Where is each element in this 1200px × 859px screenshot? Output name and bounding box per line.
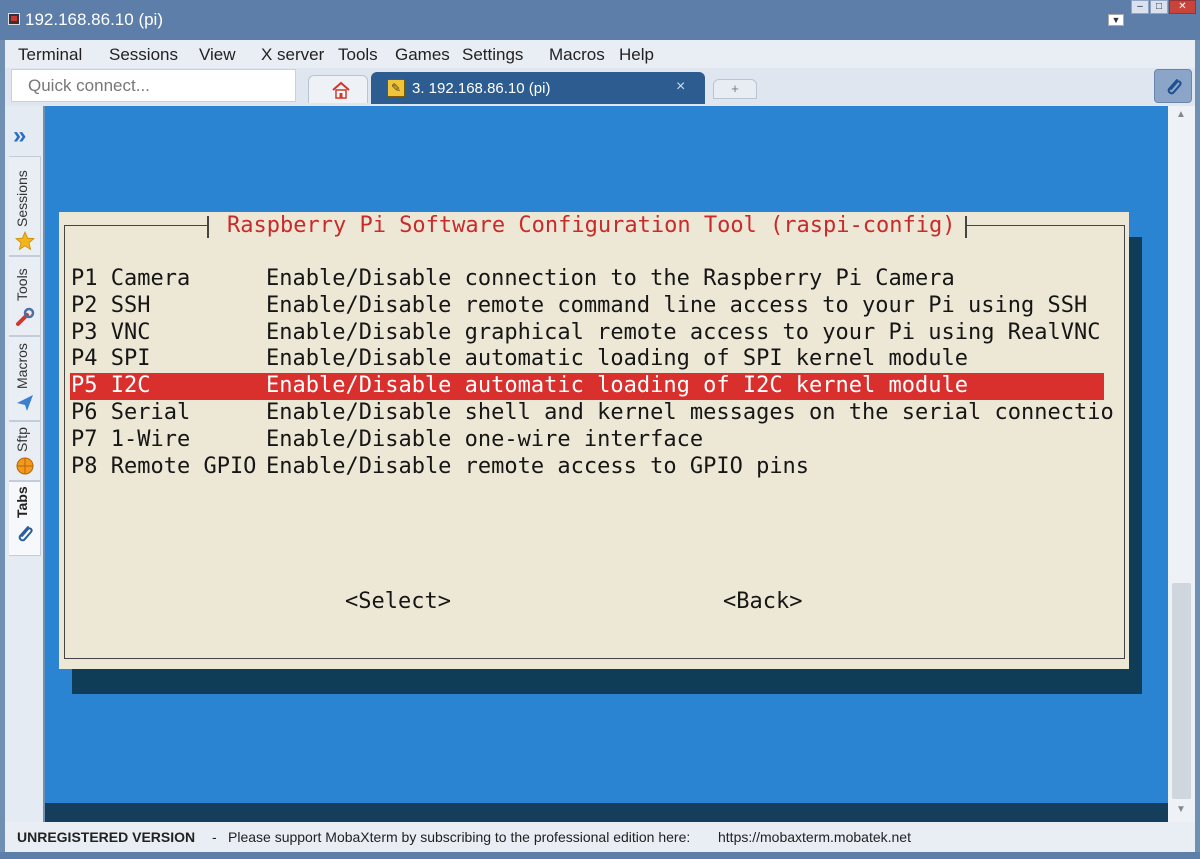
menu-macros[interactable]: Macros xyxy=(549,45,605,65)
option-row[interactable]: P3 VNC Enable/Disable graphical remote a… xyxy=(70,320,1104,347)
sidebar-tab-label: Macros xyxy=(14,343,30,389)
menu-view[interactable]: View xyxy=(199,45,236,65)
tab-session-active[interactable]: ✎ 3. 192.168.86.10 (pi) × xyxy=(371,72,705,104)
menu-tools[interactable]: Tools xyxy=(338,45,378,65)
terminal-shadow-strip xyxy=(45,803,1168,822)
paperclip-icon xyxy=(18,526,33,542)
close-window-button[interactable]: ✕ xyxy=(1169,0,1196,14)
menu-x-server[interactable]: X server xyxy=(261,45,324,65)
sidebar-tab-label: Tabs xyxy=(14,486,30,518)
version-label: UNREGISTERED VERSION xyxy=(17,829,196,845)
option-code: P7 1-Wire xyxy=(71,426,191,452)
mobatek-link[interactable]: https://mobaxterm.mobatek.net xyxy=(718,829,911,845)
sidebar-tab-sftp[interactable]: Sftp xyxy=(9,421,41,481)
option-description: Enable/Disable shell and kernel messages… xyxy=(266,399,1114,425)
option-description: Enable/Disable connection to the Raspber… xyxy=(266,266,955,291)
sftp-globe-icon xyxy=(16,457,34,475)
option-code: P6 Serial xyxy=(71,399,191,425)
select-button[interactable]: <Select> xyxy=(345,589,451,614)
home-icon xyxy=(332,81,350,99)
expand-sidebar-icon[interactable]: » xyxy=(13,122,26,150)
sidebar-tab-sessions[interactable]: Sessions xyxy=(9,156,41,256)
window-title: 192.168.86.10 (pi) xyxy=(25,10,163,29)
option-description: Enable/Disable remote command line acces… xyxy=(266,292,1088,318)
option-row[interactable]: P2 SSH Enable/Disable remote command lin… xyxy=(70,293,1104,320)
scroll-down-icon[interactable]: ▼ xyxy=(1176,804,1186,815)
tab-close-icon[interactable]: × xyxy=(676,78,685,96)
option-code: P3 VNC xyxy=(71,319,151,345)
new-tab-button[interactable]: + xyxy=(713,79,757,99)
option-row[interactable]: P7 1-Wire Enable/Disable one-wire interf… xyxy=(70,427,1104,454)
terminal-scrollbar[interactable]: ▲ ▼ xyxy=(1168,106,1195,822)
macro-arrow-icon xyxy=(17,395,33,411)
option-description: Enable/Disable one-wire interface xyxy=(266,426,704,452)
option-row[interactable]: P8 Remote GPIO Enable/Disable remote acc… xyxy=(70,454,1104,481)
option-code: P4 SPI xyxy=(71,346,151,372)
quick-connect-box xyxy=(11,69,296,102)
menu-settings[interactable]: Settings xyxy=(462,45,523,65)
sidebar-tab-tabs[interactable]: Tabs xyxy=(9,481,41,556)
maximize-button[interactable]: □ xyxy=(1150,0,1168,14)
mobaxterm-app-icon xyxy=(8,13,20,25)
sidebar-tab-label: Tools xyxy=(14,268,30,301)
option-code: P2 SSH xyxy=(71,292,151,318)
window-menu-dropdown-icon[interactable]: ▼ xyxy=(1108,14,1124,26)
scroll-up-icon[interactable]: ▲ xyxy=(1176,109,1186,120)
sidebar-tab-macros[interactable]: Macros xyxy=(9,336,41,421)
quick-connect-input[interactable] xyxy=(12,70,295,101)
minimize-button[interactable]: – xyxy=(1131,0,1149,14)
option-description: Enable/Disable remote access to GPIO pin… xyxy=(266,453,810,479)
support-message: Please support MobaXterm by subscribing … xyxy=(228,829,691,845)
star-icon xyxy=(15,231,35,251)
option-code: P5 I2C xyxy=(71,373,151,399)
sidebar-tab-label: Sessions xyxy=(14,170,30,227)
option-row-selected[interactable]: P5 I2C Enable/Disable automatic loading … xyxy=(70,373,1104,400)
scrollbar-thumb[interactable] xyxy=(1172,583,1191,799)
option-row[interactable]: P6 Serial Enable/Disable shell and kerne… xyxy=(70,399,1114,427)
option-code: P1 Camera xyxy=(71,266,191,291)
option-description: Enable/Disable automatic loading of SPI … xyxy=(266,346,968,372)
ssh-session-icon: ✎ xyxy=(387,79,405,97)
status-separator: - xyxy=(212,829,217,845)
tab-session-label: 3. 192.168.86.10 (pi) xyxy=(412,80,551,97)
status-bar: UNREGISTERED VERSION - Please support Mo… xyxy=(5,822,1195,852)
menu-bar: Terminal Sessions View X server Tools Ga… xyxy=(5,40,1195,68)
window-title-bar: 192.168.86.10 (pi) ▼ – □ ✕ xyxy=(0,0,1200,40)
option-description: Enable/Disable graphical remote access t… xyxy=(266,319,1101,345)
tab-bar: ✎ 3. 192.168.86.10 (pi) × + xyxy=(5,68,1195,106)
sidebar-tab-label: Sftp xyxy=(14,427,30,452)
option-list: P1 Camera Enable/Disable connection to t… xyxy=(70,266,1114,481)
dialog-title: Raspberry Pi Software Configuration Tool… xyxy=(227,213,956,238)
raspi-config-dialog: Raspberry Pi Software Configuration Tool… xyxy=(59,212,1129,669)
menu-sessions[interactable]: Sessions xyxy=(109,45,178,65)
menu-terminal[interactable]: Terminal xyxy=(18,45,82,65)
menu-games[interactable]: Games xyxy=(395,45,450,65)
sidebar-tab-tools[interactable]: Tools xyxy=(9,256,41,336)
tools-icon xyxy=(16,307,35,326)
menu-help[interactable]: Help xyxy=(619,45,654,65)
back-button[interactable]: <Back> xyxy=(723,589,802,614)
attach-button[interactable] xyxy=(1154,69,1192,103)
tab-home[interactable] xyxy=(308,75,368,103)
option-row[interactable]: P1 Camera Enable/Disable connection to t… xyxy=(70,266,1104,293)
option-code: P8 Remote GPIO xyxy=(71,453,257,479)
left-sidebar: » Sessions Tools Macros Sftp Tabs xyxy=(5,106,43,822)
paperclip-icon xyxy=(1167,79,1182,95)
option-description: Enable/Disable automatic loading of I2C … xyxy=(266,373,968,399)
option-row[interactable]: P4 SPI Enable/Disable automatic loading … xyxy=(70,346,1104,373)
